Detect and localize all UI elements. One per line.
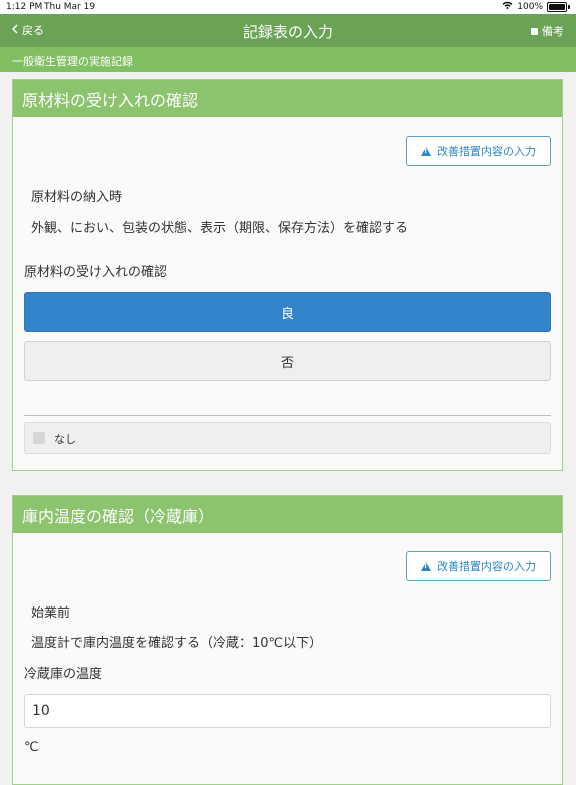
section-header: 原材料の受け入れの確認 [13,80,562,117]
option-good[interactable]: 良 [24,292,551,332]
unit-label: ℃ [24,740,39,755]
section-header: 庫内温度の確認（冷蔵庫） [13,496,562,533]
none-checkbox-row[interactable]: なし [24,422,551,454]
option-bad[interactable]: 否 [24,341,551,381]
memo-button[interactable]: 備考 [531,23,564,39]
check-timing: 始業前 [31,606,71,621]
battery-percent: 100% [517,1,543,12]
status-date: Thu Mar 19 [44,2,96,12]
memo-label: 備考 [542,25,564,38]
section-card-receiving: 原材料の受け入れの確認 改善措置内容の入力 原材料の納入時 外観、におい、包装の… [12,79,563,471]
temperature-input[interactable] [24,694,551,728]
section-title: 庫内温度の確認（冷蔵庫） [22,506,215,526]
check-instruction: 温度計で庫内温度を確認する（冷蔵：10℃以下） [31,636,323,651]
wifi-icon [502,1,513,12]
question-label: 原材料の受け入れの確認 [24,265,168,280]
battery-tip [568,4,570,9]
corrective-action-button[interactable]: 改善措置内容の入力 [406,551,551,581]
none-label: なし [54,433,76,446]
check-timing: 原材料の納入時 [31,190,123,205]
field-label: 冷蔵庫の温度 [24,667,103,682]
status-bar: 1:12 PM Thu Mar 19 100% [0,0,576,14]
sub-header: 一般衛生管理の実施記録 [0,47,576,72]
battery-icon [547,1,567,12]
nav-bar: 戻る 記録表の入力 備考 [0,14,576,47]
status-right: 100% [502,1,570,12]
divider [24,415,551,416]
warning-icon [421,146,431,156]
none-checkbox[interactable] [33,432,45,444]
corrective-action-label: 改善措置内容の入力 [437,560,536,573]
sub-header-title: 一般衛生管理の実施記録 [12,55,133,68]
page-title: 記録表の入力 [242,23,333,41]
memo-icon [531,27,538,35]
section-title: 原材料の受け入れの確認 [22,90,199,110]
status-time: 1:12 PM [6,2,43,12]
check-instruction: 外観、におい、包装の状態、表示（期限、保存方法）を確認する [31,221,409,236]
corrective-action-button[interactable]: 改善措置内容の入力 [406,136,551,166]
section-card-fridge-temp: 庫内温度の確認（冷蔵庫） 改善措置内容の入力 始業前 温度計で庫内温度を確認する… [12,495,563,785]
warning-icon [421,561,431,571]
corrective-action-label: 改善措置内容の入力 [437,145,536,158]
